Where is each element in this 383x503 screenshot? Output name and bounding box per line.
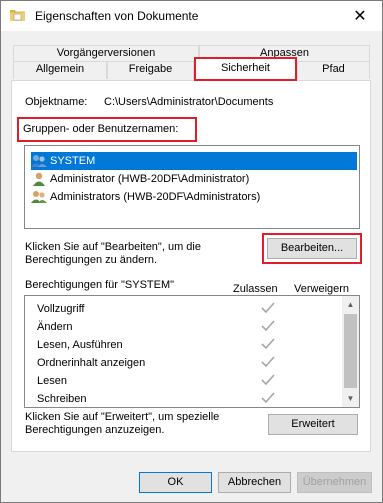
user-icon <box>33 172 45 186</box>
user-group-icon <box>31 191 47 203</box>
check-icon <box>261 356 275 368</box>
cancel-button[interactable]: Abbrechen <box>218 472 291 493</box>
scroll-up-icon[interactable]: ▲ <box>342 296 359 313</box>
list-item-administrators[interactable]: Administrators (HWB-20DF\Administrators) <box>31 188 260 206</box>
advanced-button[interactable]: Erweitert <box>268 414 358 435</box>
permission-name: Schreiben <box>37 393 87 405</box>
permission-name: Lesen <box>37 375 67 387</box>
tab-bar: Vorgängerversionen Anpassen Allgemein Fr… <box>1 31 382 83</box>
scroll-thumb[interactable] <box>344 314 357 388</box>
tab-previous-versions[interactable]: Vorgängerversionen <box>13 45 199 61</box>
object-name-label: Objektname: <box>25 96 88 108</box>
window-title: Eigenschaften von Dokumente <box>35 9 199 23</box>
permissions-header: Berechtigungen für "SYSTEM" <box>25 279 175 291</box>
permission-row: Lesen <box>37 373 337 391</box>
groups-list[interactable]: SYSTEM Administrator (HWB-20DF\Administr… <box>24 145 360 229</box>
folder-icon <box>10 10 25 21</box>
apply-button[interactable]: Übernehmen <box>297 472 372 493</box>
permission-row: Vollzugriff <box>37 301 337 319</box>
list-item-administrator[interactable]: Administrator (HWB-20DF\Administrator) <box>31 170 249 188</box>
close-icon: ✕ <box>353 8 367 25</box>
list-item-system[interactable]: SYSTEM <box>31 152 357 170</box>
permission-name: Lesen, Ausführen <box>37 339 123 351</box>
object-name-value: C:\Users\Administrator\Documents <box>104 96 274 108</box>
close-button[interactable]: ✕ <box>338 1 382 31</box>
tab-path[interactable]: Pfad <box>297 61 370 79</box>
permission-name: Ordnerinhalt anzeigen <box>37 357 146 369</box>
groups-label: Gruppen- oder Benutzernamen: <box>23 123 179 135</box>
tab-general[interactable]: Allgemein <box>13 61 107 79</box>
permission-name: Ändern <box>37 321 73 333</box>
check-icon <box>261 320 275 332</box>
ok-button[interactable]: OK <box>139 472 212 493</box>
deny-column-header: Verweigern <box>294 283 350 295</box>
advanced-hint-line2: Berechtigungen anzuzeigen. <box>25 424 165 436</box>
permission-row: Schreiben <box>37 391 337 407</box>
edit-hint-line1: Klicken Sie auf "Bearbeiten", um die <box>25 241 201 253</box>
permission-row: Ordnerinhalt anzeigen <box>37 355 337 373</box>
edit-hint-line2: Berechtigungen zu ändern. <box>25 254 158 266</box>
check-icon <box>261 374 275 386</box>
permission-name: Vollzugriff <box>37 303 85 315</box>
properties-window: Eigenschaften von Dokumente ✕ Vorgängerv… <box>0 0 383 503</box>
advanced-hint-line1: Klicken Sie auf "Erweitert", um speziell… <box>25 411 220 423</box>
check-icon <box>261 392 275 404</box>
permissions-list[interactable]: Vollzugriff Ändern Lesen, Ausführen Ordn… <box>24 295 360 408</box>
permission-row: Lesen, Ausführen <box>37 337 337 355</box>
permission-row: Ändern <box>37 319 337 337</box>
edit-button[interactable]: Bearbeiten... <box>267 238 357 259</box>
tab-sharing[interactable]: Freigabe <box>107 61 194 79</box>
scroll-down-icon[interactable]: ▼ <box>342 390 359 407</box>
title-bar: Eigenschaften von Dokumente ✕ <box>1 1 382 31</box>
allow-column-header: Zulassen <box>233 283 278 295</box>
permissions-scrollbar[interactable]: ▲ ▼ <box>342 296 359 407</box>
user-group-icon <box>31 155 47 167</box>
check-icon <box>261 338 275 350</box>
tab-security[interactable]: Sicherheit <box>194 57 297 81</box>
check-icon <box>261 302 275 314</box>
